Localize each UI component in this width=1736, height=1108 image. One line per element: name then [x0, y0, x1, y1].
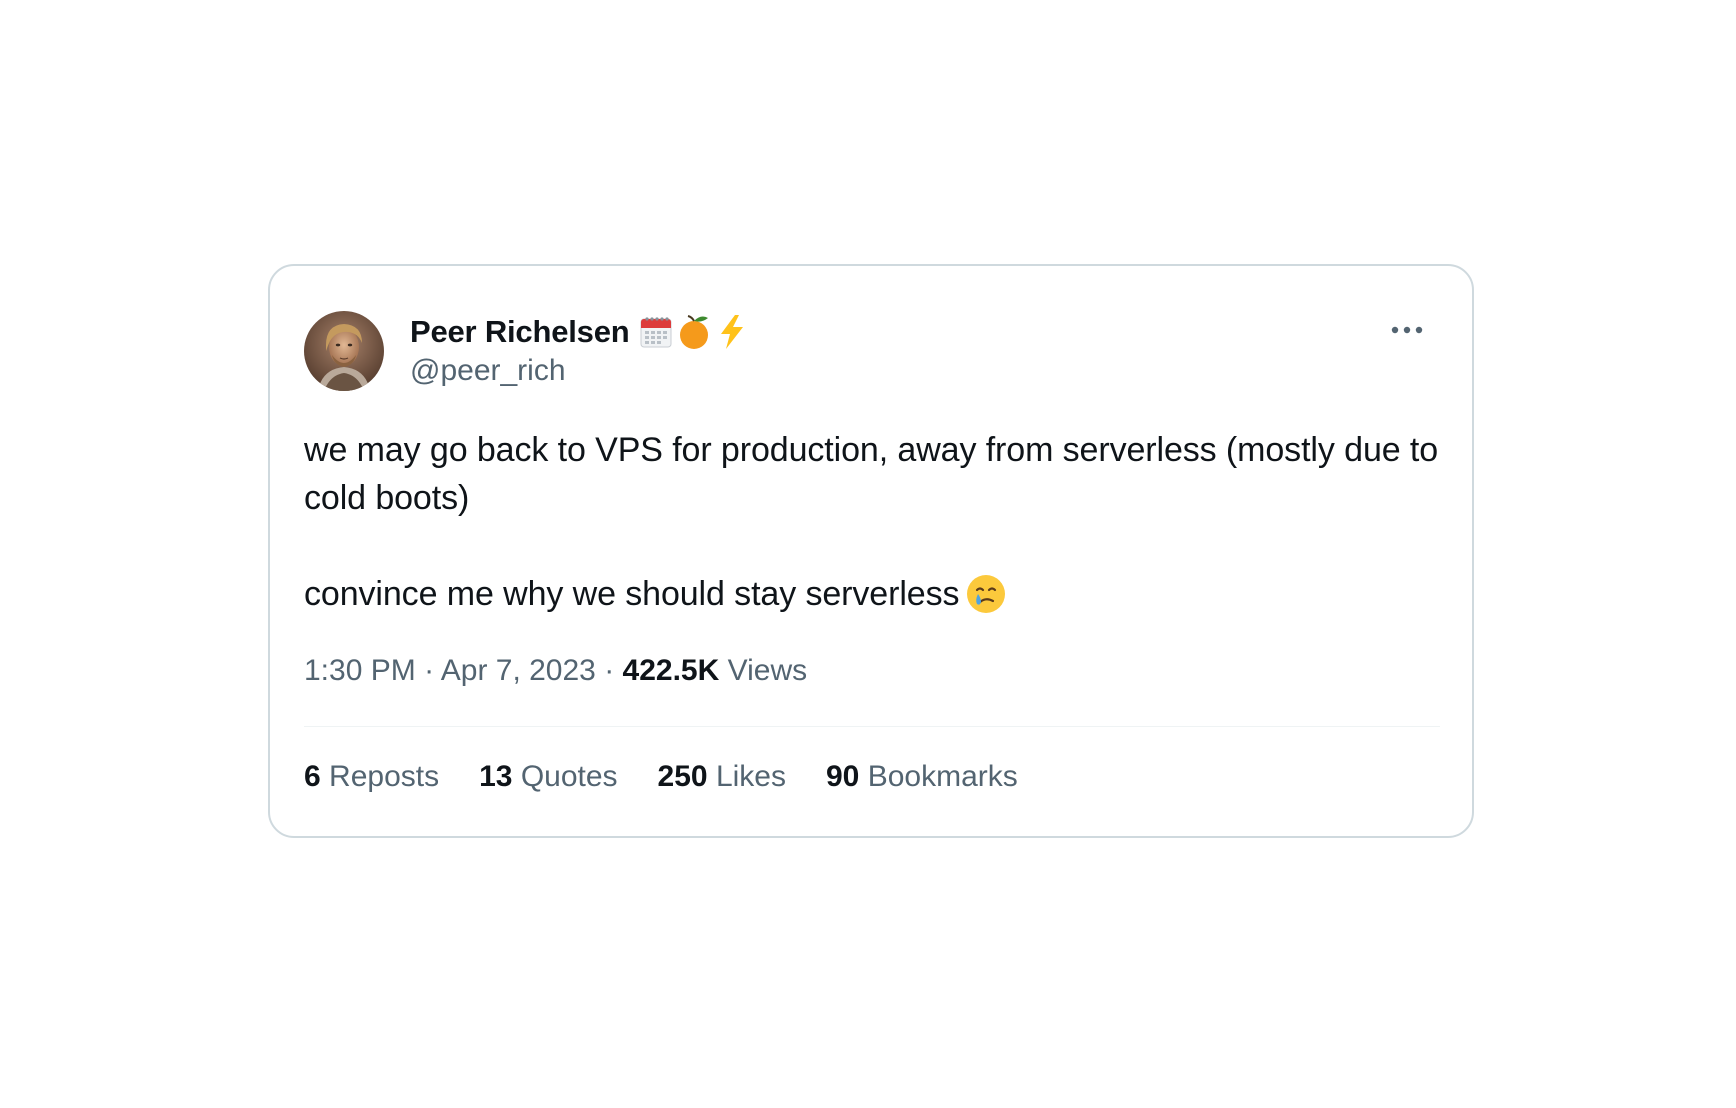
meta-separator: ·	[595, 654, 623, 687]
author-handle[interactable]: @peer_rich	[410, 354, 566, 388]
likes-label: Likes	[715, 760, 786, 793]
quotes-count: 13	[479, 760, 513, 793]
tweet-text-paragraph-1: we may go back to VPS for production, aw…	[304, 431, 1439, 517]
tangerine-emoji-icon	[675, 313, 713, 351]
face-holding-back-tears-emoji-icon	[965, 573, 1007, 615]
quotes-stat[interactable]: 13 Quotes	[479, 760, 617, 794]
tweet-text-paragraph-2-text: convince me why we should stay serverles…	[304, 575, 960, 613]
engagement-stats: 6 Reposts 13 Quotes 250 Likes 90 Bookmar…	[304, 760, 1018, 794]
avatar-portrait-image	[304, 311, 384, 391]
reposts-stat[interactable]: 6 Reposts	[304, 760, 439, 794]
more-options-button[interactable]	[1390, 324, 1424, 336]
name-badges	[639, 313, 749, 351]
author-name-row: Peer Richelsen	[410, 312, 749, 352]
bookmarks-count: 90	[826, 760, 860, 793]
meta-separator: ·	[415, 654, 441, 687]
tweet-date[interactable]: Apr 7, 2023	[441, 654, 596, 687]
reposts-label: Reposts	[329, 760, 440, 793]
tweet-meta: 1:30 PM · Apr 7, 2023 · 422.5K Views	[304, 654, 807, 688]
bookmarks-stat[interactable]: 90 Bookmarks	[826, 760, 1018, 794]
ellipsis-horizontal-icon	[1391, 326, 1423, 334]
likes-stat[interactable]: 250 Likes	[658, 760, 786, 794]
quotes-label: Quotes	[520, 760, 618, 793]
author-name[interactable]: Peer Richelsen	[410, 314, 630, 350]
high-voltage-emoji-icon	[715, 314, 749, 350]
views-label: Views	[727, 654, 808, 687]
tweet-time[interactable]: 1:30 PM	[304, 654, 416, 687]
avatar[interactable]	[304, 311, 384, 391]
tweet-card[interactable]: Peer Richelsen @peer_rich we may go back…	[268, 264, 1474, 838]
tweet-text: we may go back to VPS for production, aw…	[304, 426, 1444, 618]
bookmarks-label: Bookmarks	[867, 760, 1018, 793]
likes-count: 250	[657, 760, 708, 793]
views-count: 422.5K	[622, 654, 720, 687]
tweet-text-paragraph-2: convince me why we should stay serverles…	[304, 570, 1444, 618]
divider	[304, 726, 1440, 727]
calendar-emoji-icon	[639, 315, 673, 349]
reposts-count: 6	[304, 760, 321, 793]
